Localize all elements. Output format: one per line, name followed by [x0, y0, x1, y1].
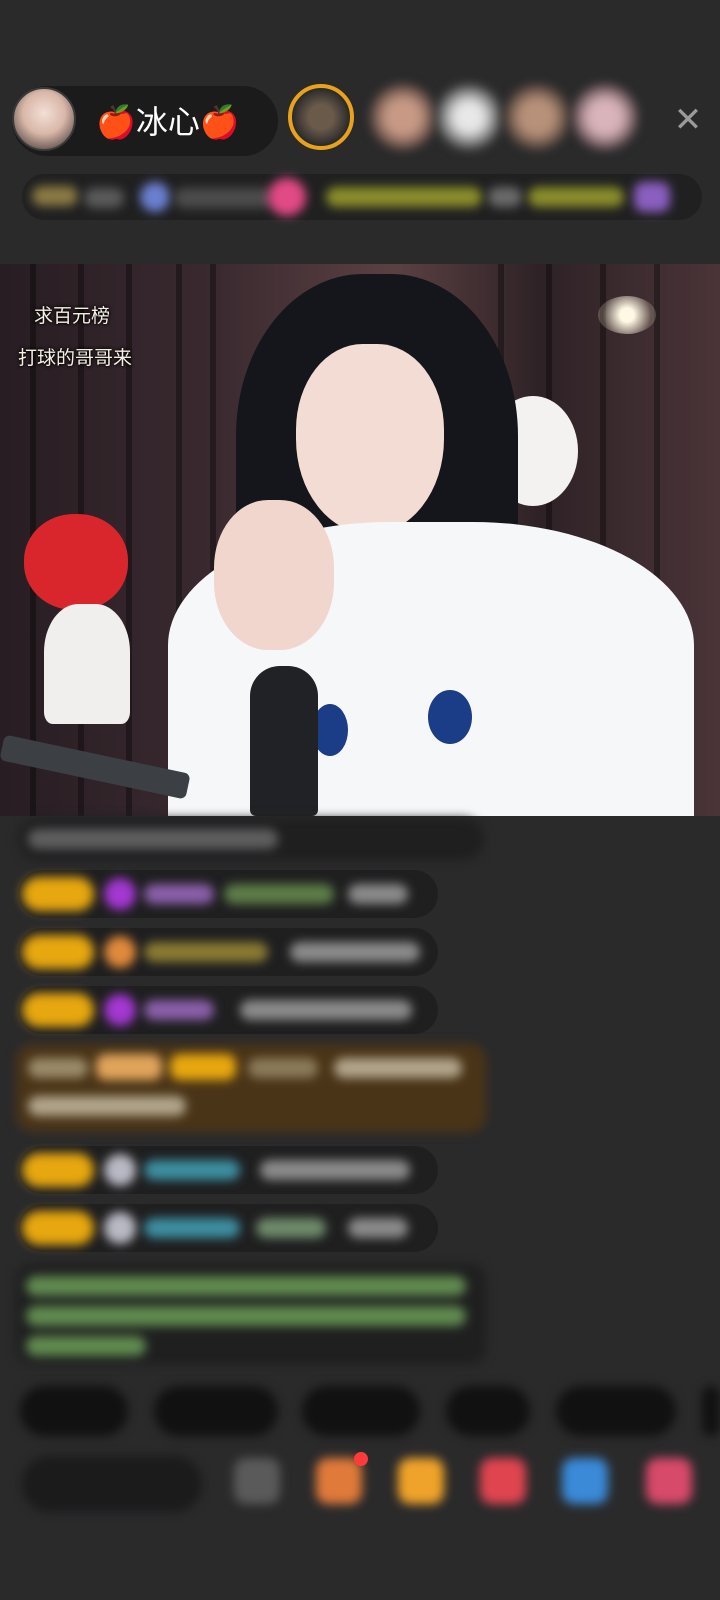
more-icon: [634, 182, 670, 212]
viewer-avatar[interactable]: [370, 84, 436, 150]
fan-icon: [104, 936, 136, 968]
quick-reply-chip[interactable]: [154, 1386, 278, 1436]
close-icon[interactable]: ✕: [668, 100, 708, 140]
rank-item: [326, 187, 482, 207]
chat-message[interactable]: [18, 870, 438, 918]
user-icon: [104, 1212, 136, 1244]
gift-box-icon[interactable]: [398, 1458, 444, 1504]
red-packet-icon[interactable]: [480, 1458, 526, 1504]
mascot-toy: [24, 514, 128, 610]
lamp: [598, 296, 656, 334]
chat-message[interactable]: [18, 1204, 438, 1252]
diamond-icon: [104, 878, 136, 910]
level-badge: [22, 1211, 94, 1245]
rank-item: [174, 188, 274, 208]
game-icon[interactable]: [562, 1458, 608, 1504]
level-badge: [22, 935, 94, 969]
viewer-avatar[interactable]: [504, 84, 570, 150]
video-overlay-text-2: 打球的哥哥来: [18, 347, 133, 369]
rank-item: [84, 188, 124, 208]
rank-activity-bar[interactable]: [22, 174, 702, 220]
mic-arm: [0, 734, 191, 800]
more-icon[interactable]: [646, 1458, 692, 1504]
chat-input[interactable]: [22, 1456, 202, 1512]
microphone: [250, 666, 318, 816]
host-name: 🍎冰心🍎: [96, 103, 240, 141]
live-video[interactable]: 求百元榜 打球的哥哥来: [0, 264, 720, 816]
chat-message[interactable]: [18, 818, 484, 860]
notification-dot: [354, 1452, 368, 1466]
chat-message[interactable]: [18, 986, 438, 1034]
gift-message[interactable]: [16, 1044, 486, 1132]
chat-message[interactable]: [18, 1146, 438, 1194]
shop-icon[interactable]: [316, 1458, 362, 1504]
viewer-avatar[interactable]: [572, 84, 638, 150]
quick-reply-chip[interactable]: [556, 1386, 676, 1436]
hot-icon: [140, 182, 170, 212]
shirt-dot: [428, 690, 472, 744]
quick-reply-chip[interactable]: [20, 1386, 128, 1436]
chat-message[interactable]: [18, 928, 438, 976]
quick-reply-chip[interactable]: [302, 1386, 420, 1436]
video-overlay-text-1: 求百元榜: [34, 305, 111, 327]
level-badge: [22, 877, 94, 911]
rank-item: [528, 187, 624, 207]
streamer-hand: [214, 500, 334, 650]
viewer-avatar[interactable]: [288, 84, 354, 150]
rank-item: [488, 187, 522, 207]
quick-reply-chip[interactable]: [702, 1386, 720, 1436]
user-icon: [104, 1154, 136, 1186]
viewer-avatar[interactable]: [436, 84, 502, 150]
gift-icon: [268, 178, 306, 216]
mascot-stand: [44, 604, 130, 724]
rank-badge-icon: [32, 186, 78, 206]
system-notice: [16, 1264, 486, 1364]
emoji-icon[interactable]: [234, 1458, 280, 1504]
quick-reply-chip[interactable]: [446, 1386, 530, 1436]
level-badge: [22, 993, 94, 1027]
level-badge: [22, 1153, 94, 1187]
streamer-face: [296, 344, 444, 534]
diamond-icon: [104, 994, 136, 1026]
host-avatar[interactable]: [12, 87, 76, 151]
